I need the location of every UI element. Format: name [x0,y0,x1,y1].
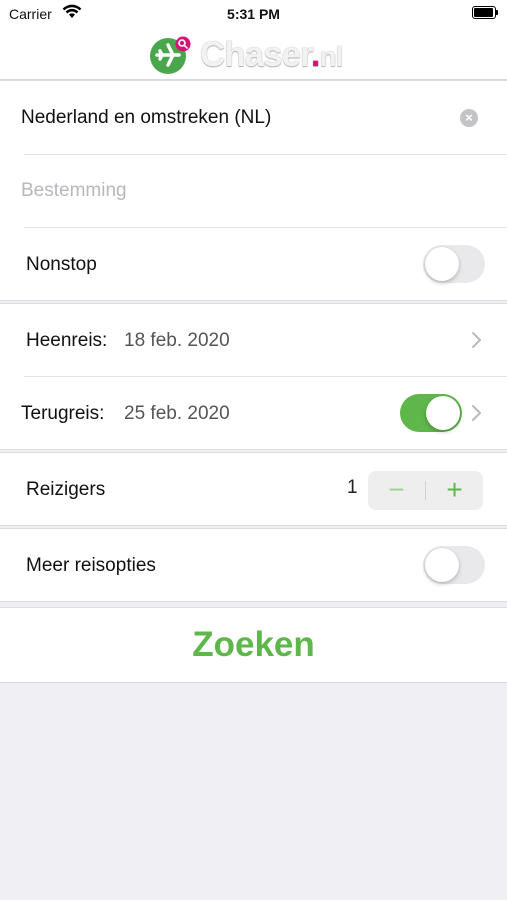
origin-row[interactable]: Nederland en omstreken (NL) × [0,81,507,154]
navigation-bar: Chaser.nl [0,30,507,80]
decrement-button[interactable]: − [368,471,425,510]
route-group: Nederland en omstreken (NL) × Bestemming… [0,80,507,301]
more-options-label: Meer reisopties [26,555,156,576]
destination-field[interactable]: Bestemming [21,180,127,202]
outbound-date[interactable]: 18 feb. 2020 [124,330,230,352]
nonstop-row: Nonstop [0,228,507,300]
chevron-right-icon [470,331,484,349]
search-group: Zoeken [0,607,507,683]
return-date[interactable]: 25 feb. 2020 [124,403,230,425]
travelers-group: Reizigers 1 − + [0,452,507,526]
travelers-label: Reizigers [26,479,106,500]
outbound-label: Heenreis: [26,330,108,351]
dates-group: Heenreis: 18 feb. 2020 Terugreis: 25 feb… [0,303,507,450]
travelers-stepper[interactable]: − + [368,471,483,510]
return-label: Terugreis: [21,403,105,424]
plane-search-logo-icon [148,35,192,75]
travelers-count: 1 [347,477,358,498]
logo-wordmark: Chaser.nl [200,35,343,74]
status-bar: Carrier 5:31 PM [0,0,507,30]
increment-button[interactable]: + [426,471,483,510]
nonstop-toggle[interactable] [423,245,485,283]
battery-icon [472,6,498,19]
status-time: 5:31 PM [227,6,280,22]
search-button[interactable]: Zoeken [0,608,507,682]
more-options-toggle[interactable] [423,546,485,584]
nonstop-label: Nonstop [26,254,97,275]
chevron-right-icon [470,404,484,422]
more-options-group: Meer reisopties [0,528,507,602]
destination-row[interactable]: Bestemming [0,155,507,227]
return-row[interactable]: Terugreis: 25 feb. 2020 [0,377,507,449]
return-toggle[interactable] [400,394,462,432]
chaser-logo: Chaser.nl [148,33,363,77]
clear-circle-icon[interactable]: × [460,109,478,127]
origin-field[interactable]: Nederland en omstreken (NL) [21,107,271,129]
outbound-row[interactable]: Heenreis: 18 feb. 2020 [0,304,507,376]
